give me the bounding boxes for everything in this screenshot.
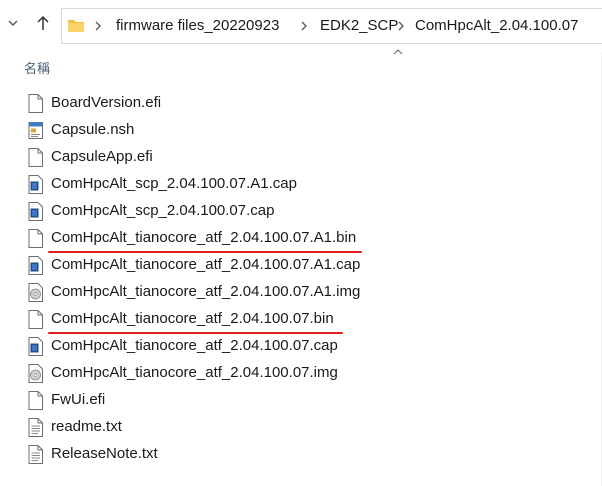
folder-icon bbox=[68, 20, 84, 32]
file-name: ComHpcAlt_tianocore_atf_2.04.100.07.img bbox=[51, 364, 338, 381]
file-name: ReleaseNote.txt bbox=[51, 445, 158, 462]
recent-locations-chevron-icon[interactable] bbox=[6, 15, 20, 31]
file-row[interactable]: ComHpcAlt_tianocore_atf_2.04.100.07.img bbox=[20, 360, 410, 387]
breadcrumb-separator-icon[interactable] bbox=[397, 20, 405, 32]
breadcrumb-separator-icon[interactable] bbox=[94, 20, 102, 32]
generic-file-icon bbox=[28, 310, 43, 329]
generic-file-icon bbox=[28, 391, 43, 410]
file-row[interactable]: ComHpcAlt_scp_2.04.100.07.cap bbox=[20, 198, 410, 225]
file-name: Capsule.nsh bbox=[51, 121, 135, 138]
generic-file-icon bbox=[28, 148, 43, 167]
file-row[interactable]: ComHpcAlt_tianocore_atf_2.04.100.07.A1.b… bbox=[20, 225, 410, 252]
file-name: ComHpcAlt_tianocore_atf_2.04.100.07.bin bbox=[51, 310, 334, 327]
file-row[interactable]: ReleaseNote.txt bbox=[20, 441, 410, 468]
file-row[interactable]: ComHpcAlt_tianocore_atf_2.04.100.07.bin bbox=[20, 306, 410, 333]
up-arrow-icon[interactable] bbox=[36, 15, 50, 31]
file-name: FwUi.efi bbox=[51, 391, 106, 408]
script-file-icon bbox=[28, 121, 43, 140]
file-name: readme.txt bbox=[51, 418, 122, 435]
file-row[interactable]: Capsule.nsh bbox=[20, 117, 410, 144]
annotation-underline bbox=[48, 332, 343, 334]
file-row[interactable]: ComHpcAlt_tianocore_atf_2.04.100.07.A1.i… bbox=[20, 279, 410, 306]
file-row[interactable]: CapsuleApp.efi bbox=[20, 144, 410, 171]
cap-file-icon bbox=[28, 175, 43, 194]
file-name: ComHpcAlt_scp_2.04.100.07.A1.cap bbox=[51, 175, 297, 192]
file-name: CapsuleApp.efi bbox=[51, 148, 153, 165]
navigation-bar: firmware files_20220923 EDK2_SCP ComHpcA… bbox=[0, 0, 602, 52]
file-row[interactable]: readme.txt bbox=[20, 414, 410, 441]
file-name: ComHpcAlt_tianocore_atf_2.04.100.07.cap bbox=[51, 337, 338, 354]
cap-file-icon bbox=[28, 202, 43, 221]
file-name: BoardVersion.efi bbox=[51, 94, 162, 111]
file-name: ComHpcAlt_tianocore_atf_2.04.100.07.A1.c… bbox=[51, 256, 361, 273]
generic-file-icon bbox=[28, 229, 43, 248]
file-row[interactable]: ComHpcAlt_tianocore_atf_2.04.100.07.A1.c… bbox=[20, 252, 410, 279]
file-row[interactable]: FwUi.efi bbox=[20, 387, 410, 414]
file-row[interactable]: BoardVersion.efi bbox=[20, 90, 410, 117]
file-row[interactable]: ComHpcAlt_tianocore_atf_2.04.100.07.cap bbox=[20, 333, 410, 360]
cap-file-icon bbox=[28, 256, 43, 275]
cap-file-icon bbox=[28, 337, 43, 356]
breadcrumb-item-firmware-files[interactable]: firmware files_20220923 bbox=[116, 17, 279, 35]
breadcrumb-item-edk2-scp[interactable]: EDK2_SCP bbox=[320, 17, 398, 35]
address-bar[interactable]: firmware files_20220923 EDK2_SCP ComHpcA… bbox=[61, 8, 602, 44]
generic-file-icon bbox=[28, 94, 43, 113]
file-name: ComHpcAlt_scp_2.04.100.07.cap bbox=[51, 202, 275, 219]
disc-image-icon bbox=[28, 283, 43, 302]
file-row[interactable]: ComHpcAlt_scp_2.04.100.07.A1.cap bbox=[20, 171, 410, 198]
disc-image-icon bbox=[28, 364, 43, 383]
breadcrumb-separator-icon[interactable] bbox=[300, 20, 308, 32]
column-header-name[interactable]: 名稱 bbox=[24, 58, 50, 77]
file-name: ComHpcAlt_tianocore_atf_2.04.100.07.A1.i… bbox=[51, 283, 361, 300]
annotation-underline bbox=[48, 251, 362, 253]
breadcrumb-item-comhpcalt[interactable]: ComHpcAlt_2.04.100.07 bbox=[415, 17, 578, 35]
text-file-icon bbox=[28, 418, 43, 437]
file-name: ComHpcAlt_tianocore_atf_2.04.100.07.A1.b… bbox=[51, 229, 357, 246]
sort-ascending-icon bbox=[393, 49, 403, 55]
text-file-icon bbox=[28, 445, 43, 464]
